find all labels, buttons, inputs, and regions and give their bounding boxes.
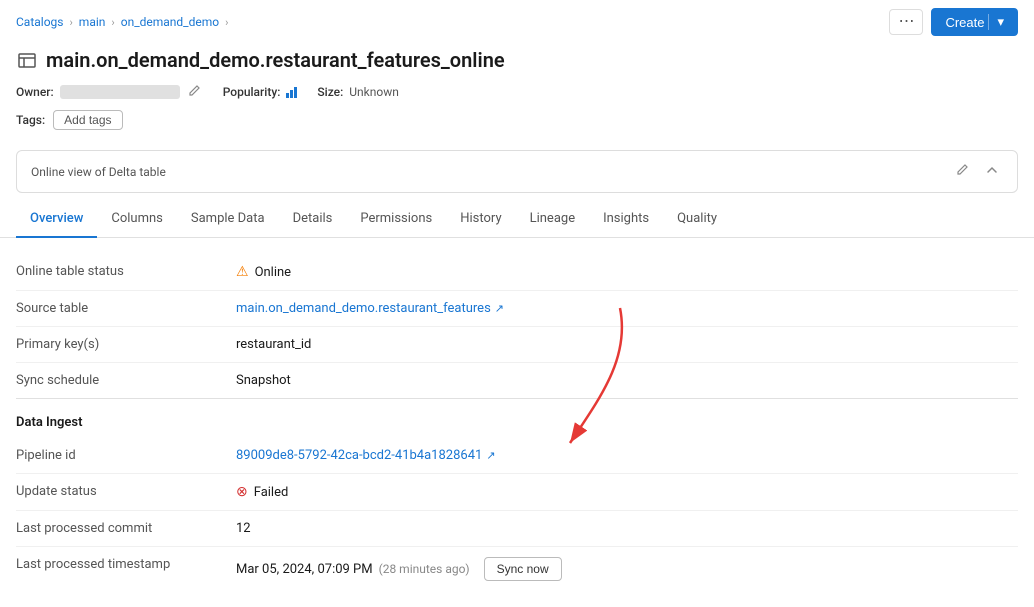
tab-lineage[interactable]: Lineage <box>516 201 590 238</box>
popularity-label: Popularity: <box>223 85 281 99</box>
sync-now-button[interactable]: Sync now <box>484 557 562 581</box>
size-label: Size: <box>317 85 343 99</box>
value-last-commit: 12 <box>236 521 251 536</box>
value-primary-keys: restaurant_id <box>236 337 311 352</box>
external-link-icon-source: ↗ <box>495 302 504 315</box>
field-row-primary-keys: Primary key(s) restaurant_id <box>16 327 1018 363</box>
add-tags-button[interactable]: Add tags <box>53 110 122 130</box>
field-row-online-table-status: Online table status ⚠ Online <box>16 254 1018 291</box>
create-button[interactable]: Create ▾ <box>931 8 1018 36</box>
create-caret[interactable]: ▾ <box>988 14 1004 30</box>
label-update-status: Update status <box>16 484 236 499</box>
update-status-text: Failed <box>254 485 289 500</box>
external-link-icon-pipeline: ↗ <box>486 449 495 462</box>
bar-1 <box>286 93 289 98</box>
bar-3 <box>294 87 297 98</box>
value-sync-schedule: Snapshot <box>236 373 291 388</box>
tabs: Overview Columns Sample Data Details Per… <box>0 201 1034 238</box>
label-last-timestamp: Last processed timestamp <box>16 557 236 572</box>
owner-meta: Owner: <box>16 82 203 102</box>
tags-row: Tags: Add tags <box>16 110 1018 130</box>
tab-quality[interactable]: Quality <box>663 201 731 238</box>
label-pipeline-id: Pipeline id <box>16 448 236 463</box>
page-header: main.on_demand_demo.restaurant_features_… <box>0 44 1034 150</box>
more-button[interactable]: ⋯ <box>889 9 923 35</box>
overview-content: Online table status ⚠ Online Source tabl… <box>0 238 1034 607</box>
tab-overview[interactable]: Overview <box>16 201 97 238</box>
field-row-update-status: Update status ⊗ Failed <box>16 474 1018 511</box>
top-actions: ⋯ Create ▾ <box>889 8 1018 36</box>
create-label: Create <box>945 15 984 30</box>
data-ingest-section-header: Data Ingest <box>16 415 1018 430</box>
source-table-link-text: main.on_demand_demo.restaurant_features <box>236 301 491 316</box>
tab-permissions[interactable]: Permissions <box>346 201 446 238</box>
value-last-timestamp: Mar 05, 2024, 07:09 PM (28 minutes ago) … <box>236 557 562 581</box>
tab-columns[interactable]: Columns <box>97 201 177 238</box>
status-online-text: Online <box>255 265 292 280</box>
meta-row: Owner: Popularity: Size: Unknown <box>16 82 1018 102</box>
source-table-link[interactable]: main.on_demand_demo.restaurant_features … <box>236 301 504 316</box>
info-edit-button[interactable] <box>951 161 973 182</box>
breadcrumb-main[interactable]: main <box>79 15 106 29</box>
tab-details[interactable]: Details <box>279 201 347 238</box>
page-title: main.on_demand_demo.restaurant_features_… <box>46 48 505 72</box>
breadcrumb-sep-3: › <box>225 16 228 29</box>
bar-2 <box>290 90 293 98</box>
info-box-actions <box>951 161 1003 182</box>
data-ingest-title: Data Ingest <box>16 415 1018 430</box>
owner-edit-button[interactable] <box>186 82 203 102</box>
timestamp-relative: (28 minutes ago) <box>379 562 470 576</box>
tab-insights[interactable]: Insights <box>589 201 663 238</box>
breadcrumb-sep-2: › <box>111 16 114 29</box>
tab-sample-data[interactable]: Sample Data <box>177 201 279 238</box>
tags-label: Tags: <box>16 113 45 127</box>
field-row-source-table: Source table main.on_demand_demo.restaur… <box>16 291 1018 327</box>
label-source-table: Source table <box>16 301 236 316</box>
value-update-status: ⊗ Failed <box>236 484 288 500</box>
field-row-pipeline-id: Pipeline id 89009de8-5792-42ca-bcd2-41b4… <box>16 438 1018 474</box>
table-icon <box>16 49 38 71</box>
label-sync-schedule: Sync schedule <box>16 373 236 388</box>
breadcrumb-catalogs[interactable]: Catalogs <box>16 15 63 29</box>
label-primary-keys: Primary key(s) <box>16 337 236 352</box>
owner-value <box>60 85 180 99</box>
pipeline-id-link[interactable]: 89009de8-5792-42ca-bcd2-41b4a1828641 ↗ <box>236 448 496 463</box>
owner-label: Owner: <box>16 85 54 99</box>
info-collapse-button[interactable] <box>981 161 1003 182</box>
label-online-table-status: Online table status <box>16 264 236 279</box>
info-box-text: Online view of Delta table <box>31 165 166 179</box>
value-pipeline-id: 89009de8-5792-42ca-bcd2-41b4a1828641 ↗ <box>236 448 496 463</box>
info-box: Online view of Delta table <box>16 150 1018 193</box>
size-meta: Size: Unknown <box>317 85 398 99</box>
field-row-last-timestamp: Last processed timestamp Mar 05, 2024, 0… <box>16 547 1018 591</box>
value-source-table: main.on_demand_demo.restaurant_features … <box>236 301 504 316</box>
tab-history[interactable]: History <box>446 201 515 238</box>
breadcrumb-on-demand-demo[interactable]: on_demand_demo <box>121 15 219 29</box>
warning-icon: ⚠ <box>236 264 249 280</box>
page-title-row: main.on_demand_demo.restaurant_features_… <box>16 48 1018 72</box>
size-value: Unknown <box>349 85 399 99</box>
error-icon: ⊗ <box>236 484 248 500</box>
field-row-last-commit: Last processed commit 12 <box>16 511 1018 547</box>
popularity-chart <box>286 86 297 98</box>
top-bar: Catalogs › main › on_demand_demo › ⋯ Cre… <box>0 0 1034 44</box>
field-row-sync-schedule: Sync schedule Snapshot <box>16 363 1018 399</box>
popularity-meta: Popularity: <box>223 85 298 99</box>
label-last-commit: Last processed commit <box>16 521 236 536</box>
pipeline-id-text: 89009de8-5792-42ca-bcd2-41b4a1828641 <box>236 448 482 463</box>
breadcrumb: Catalogs › main › on_demand_demo › <box>16 15 228 29</box>
breadcrumb-sep-1: › <box>69 16 72 29</box>
value-online-table-status: ⚠ Online <box>236 264 291 280</box>
